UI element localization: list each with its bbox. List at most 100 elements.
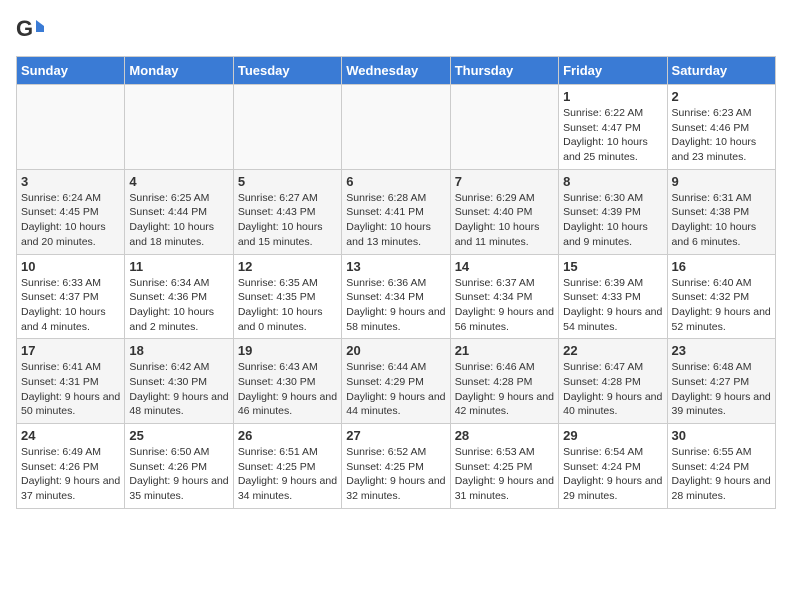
day-info: Sunrise: 6:25 AM Sunset: 4:44 PM Dayligh… [129,191,228,250]
calendar-cell: 11 Sunrise: 6:34 AM Sunset: 4:36 PM Dayli… [125,254,233,339]
day-info: Sunrise: 6:34 AM Sunset: 4:36 PM Dayligh… [129,276,228,335]
header: G [16,16,776,44]
calendar-cell: 21 Sunrise: 6:46 AM Sunset: 4:28 PM Dayli… [450,339,558,424]
day-header-sunday: Sunday [17,57,125,85]
day-header-friday: Friday [559,57,667,85]
calendar-cell: 22 Sunrise: 6:47 AM Sunset: 4:28 PM Dayli… [559,339,667,424]
day-info: Sunrise: 6:48 AM Sunset: 4:27 PM Dayligh… [672,360,771,419]
calendar-cell: 4 Sunrise: 6:25 AM Sunset: 4:44 PM Daylig… [125,169,233,254]
day-number: 24 [21,428,120,443]
day-info: Sunrise: 6:54 AM Sunset: 4:24 PM Dayligh… [563,445,662,504]
day-number: 11 [129,259,228,274]
calendar-cell [342,85,450,170]
day-number: 28 [455,428,554,443]
day-number: 8 [563,174,662,189]
day-info: Sunrise: 6:33 AM Sunset: 4:37 PM Dayligh… [21,276,120,335]
day-number: 27 [346,428,445,443]
day-info: Sunrise: 6:23 AM Sunset: 4:46 PM Dayligh… [672,106,771,165]
calendar-cell [233,85,341,170]
day-info: Sunrise: 6:27 AM Sunset: 4:43 PM Dayligh… [238,191,337,250]
day-info: Sunrise: 6:36 AM Sunset: 4:34 PM Dayligh… [346,276,445,335]
day-info: Sunrise: 6:22 AM Sunset: 4:47 PM Dayligh… [563,106,662,165]
calendar-cell: 5 Sunrise: 6:27 AM Sunset: 4:43 PM Daylig… [233,169,341,254]
day-header-tuesday: Tuesday [233,57,341,85]
day-info: Sunrise: 6:51 AM Sunset: 4:25 PM Dayligh… [238,445,337,504]
calendar-cell: 10 Sunrise: 6:33 AM Sunset: 4:37 PM Dayli… [17,254,125,339]
svg-text:G: G [16,16,33,41]
day-number: 29 [563,428,662,443]
day-info: Sunrise: 6:53 AM Sunset: 4:25 PM Dayligh… [455,445,554,504]
day-number: 15 [563,259,662,274]
calendar-cell: 25 Sunrise: 6:50 AM Sunset: 4:26 PM Dayli… [125,424,233,509]
calendar-cell: 28 Sunrise: 6:53 AM Sunset: 4:25 PM Dayli… [450,424,558,509]
calendar-cell [125,85,233,170]
week-row-1: 1 Sunrise: 6:22 AM Sunset: 4:47 PM Daylig… [17,85,776,170]
calendar-cell: 7 Sunrise: 6:29 AM Sunset: 4:40 PM Daylig… [450,169,558,254]
day-number: 21 [455,343,554,358]
day-number: 17 [21,343,120,358]
day-number: 14 [455,259,554,274]
day-number: 13 [346,259,445,274]
week-row-4: 17 Sunrise: 6:41 AM Sunset: 4:31 PM Dayli… [17,339,776,424]
day-number: 9 [672,174,771,189]
day-info: Sunrise: 6:43 AM Sunset: 4:30 PM Dayligh… [238,360,337,419]
day-number: 7 [455,174,554,189]
calendar-cell: 18 Sunrise: 6:42 AM Sunset: 4:30 PM Dayli… [125,339,233,424]
day-number: 18 [129,343,228,358]
day-number: 25 [129,428,228,443]
day-number: 16 [672,259,771,274]
calendar-cell: 13 Sunrise: 6:36 AM Sunset: 4:34 PM Dayli… [342,254,450,339]
calendar-cell: 19 Sunrise: 6:43 AM Sunset: 4:30 PM Dayli… [233,339,341,424]
calendar-cell: 14 Sunrise: 6:37 AM Sunset: 4:34 PM Dayli… [450,254,558,339]
day-number: 2 [672,89,771,104]
day-info: Sunrise: 6:50 AM Sunset: 4:26 PM Dayligh… [129,445,228,504]
calendar-cell: 27 Sunrise: 6:52 AM Sunset: 4:25 PM Dayli… [342,424,450,509]
calendar-cell: 9Sunrise: 6:31 AM Sunset: 4:38 PM Daylig… [667,169,775,254]
day-info: Sunrise: 6:37 AM Sunset: 4:34 PM Dayligh… [455,276,554,335]
calendar-cell: 15 Sunrise: 6:39 AM Sunset: 4:33 PM Dayli… [559,254,667,339]
day-number: 4 [129,174,228,189]
day-number: 22 [563,343,662,358]
calendar-cell: 24Sunrise: 6:49 AM Sunset: 4:26 PM Dayli… [17,424,125,509]
week-row-3: 10 Sunrise: 6:33 AM Sunset: 4:37 PM Dayli… [17,254,776,339]
day-info: Sunrise: 6:28 AM Sunset: 4:41 PM Dayligh… [346,191,445,250]
day-header-saturday: Saturday [667,57,775,85]
calendar-cell: 29 Sunrise: 6:54 AM Sunset: 4:24 PM Dayli… [559,424,667,509]
day-number: 20 [346,343,445,358]
day-header-wednesday: Wednesday [342,57,450,85]
day-number: 12 [238,259,337,274]
day-info: Sunrise: 6:47 AM Sunset: 4:28 PM Dayligh… [563,360,662,419]
calendar-cell: 26 Sunrise: 6:51 AM Sunset: 4:25 PM Dayli… [233,424,341,509]
day-info: Sunrise: 6:52 AM Sunset: 4:25 PM Dayligh… [346,445,445,504]
calendar-cell: 12 Sunrise: 6:35 AM Sunset: 4:35 PM Dayli… [233,254,341,339]
day-info: Sunrise: 6:39 AM Sunset: 4:33 PM Dayligh… [563,276,662,335]
week-row-5: 24Sunrise: 6:49 AM Sunset: 4:26 PM Dayli… [17,424,776,509]
day-number: 23 [672,343,771,358]
calendar-cell: 30Sunrise: 6:55 AM Sunset: 4:24 PM Dayli… [667,424,775,509]
calendar-cell: 8 Sunrise: 6:30 AM Sunset: 4:39 PM Daylig… [559,169,667,254]
logo-icon: G [16,16,44,44]
day-number: 26 [238,428,337,443]
day-header-monday: Monday [125,57,233,85]
calendar-table: SundayMondayTuesdayWednesdayThursdayFrid… [16,56,776,509]
day-number: 6 [346,174,445,189]
day-info: Sunrise: 6:35 AM Sunset: 4:35 PM Dayligh… [238,276,337,335]
day-number: 30 [672,428,771,443]
day-header-thursday: Thursday [450,57,558,85]
calendar-cell [450,85,558,170]
calendar-cell: 6 Sunrise: 6:28 AM Sunset: 4:41 PM Daylig… [342,169,450,254]
day-info: Sunrise: 6:42 AM Sunset: 4:30 PM Dayligh… [129,360,228,419]
calendar-cell [17,85,125,170]
day-number: 19 [238,343,337,358]
day-number: 3 [21,174,120,189]
week-row-2: 3Sunrise: 6:24 AM Sunset: 4:45 PM Daylig… [17,169,776,254]
day-number: 10 [21,259,120,274]
day-info: Sunrise: 6:46 AM Sunset: 4:28 PM Dayligh… [455,360,554,419]
day-number: 1 [563,89,662,104]
day-info: Sunrise: 6:29 AM Sunset: 4:40 PM Dayligh… [455,191,554,250]
day-info: Sunrise: 6:40 AM Sunset: 4:32 PM Dayligh… [672,276,771,335]
day-number: 5 [238,174,337,189]
day-info: Sunrise: 6:41 AM Sunset: 4:31 PM Dayligh… [21,360,120,419]
calendar-cell: 16 Sunrise: 6:40 AM Sunset: 4:32 PM Dayli… [667,254,775,339]
day-info: Sunrise: 6:30 AM Sunset: 4:39 PM Dayligh… [563,191,662,250]
